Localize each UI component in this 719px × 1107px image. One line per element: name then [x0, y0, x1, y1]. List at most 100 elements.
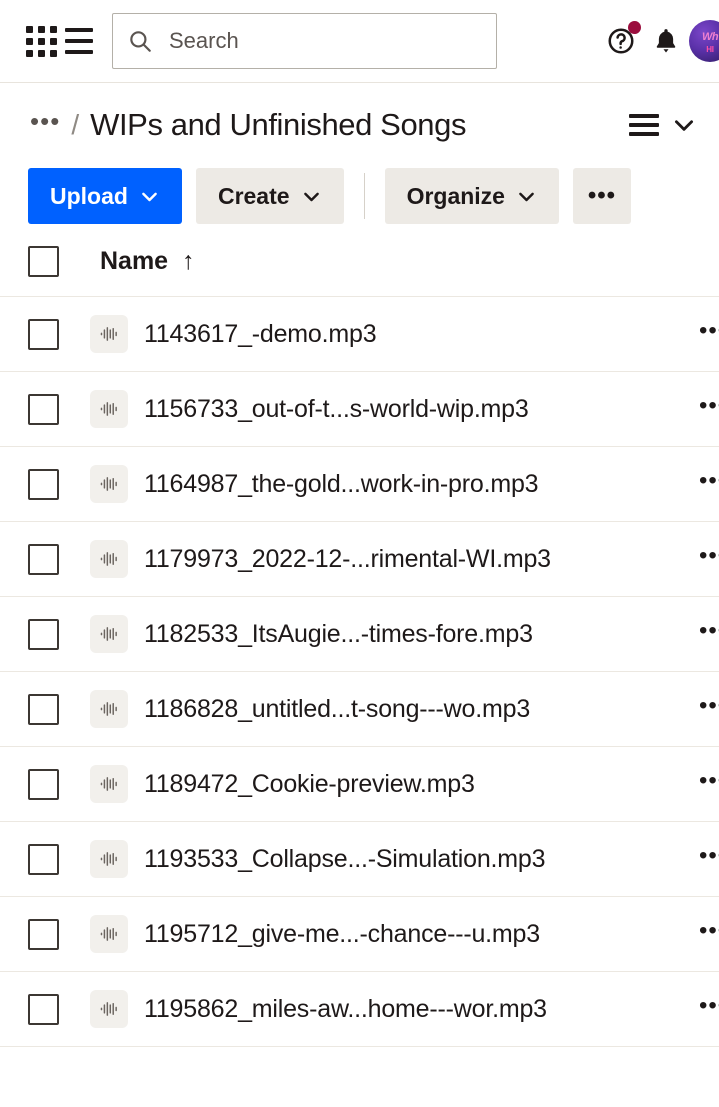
action-toolbar: Upload Create Organize •••	[0, 145, 719, 227]
table-row[interactable]: 1164987_the-gold...work-in-pro.mp3 •••	[0, 447, 719, 522]
table-row[interactable]: 1186828_untitled...t-song---wo.mp3 •••	[0, 672, 719, 747]
avatar-label-primary: Wh	[701, 30, 719, 43]
grid-apps-icon	[22, 22, 60, 60]
row-select-cell	[28, 693, 90, 725]
toolbar-divider	[363, 173, 365, 219]
chevron-down-icon	[675, 120, 693, 131]
row-checkbox[interactable]	[28, 543, 59, 575]
table-row[interactable]: 1143617_-demo.mp3 •••	[0, 297, 719, 372]
file-name: 1179973_2022-12-...rimental-WI.mp3	[144, 544, 551, 573]
user-avatar[interactable]: Wh HI	[689, 20, 719, 62]
table-row[interactable]: 1189472_Cookie-preview.mp3 •••	[0, 747, 719, 822]
main-menu-button[interactable]	[60, 22, 98, 60]
search-icon	[130, 31, 151, 52]
notification-badge-dot	[628, 21, 641, 34]
breadcrumb-overflow-button[interactable]: •••	[30, 108, 60, 143]
breadcrumb-right-actions	[629, 110, 697, 140]
column-header-name[interactable]: Name ↑	[100, 247, 195, 276]
file-name: 1189472_Cookie-preview.mp3	[144, 769, 475, 798]
row-overflow-menu[interactable]: •••	[699, 844, 719, 874]
file-name: 1143617_-demo.mp3	[144, 319, 377, 348]
sort-ascending-icon: ↑	[182, 247, 195, 275]
topbar-right-actions: Wh HI	[599, 19, 719, 63]
table-row[interactable]: 1195862_miles-aw...home---wor.mp3 •••	[0, 972, 719, 1047]
view-dropdown-button[interactable]	[671, 112, 697, 138]
file-name: 1195862_miles-aw...home---wor.mp3	[144, 994, 547, 1023]
list-view-icon	[629, 110, 659, 140]
row-select-cell	[28, 843, 90, 875]
file-name: 1186828_untitled...t-song---wo.mp3	[144, 694, 531, 723]
breadcrumb-separator: /	[71, 109, 80, 140]
table-row[interactable]: 1156733_out-of-t...s-world-wip.mp3 •••	[0, 372, 719, 447]
audio-waveform-icon	[100, 852, 117, 866]
row-overflow-menu[interactable]: •••	[699, 769, 719, 799]
view-options-button[interactable]	[629, 110, 659, 140]
chevron-down-icon	[519, 192, 534, 201]
top-navigation-bar: Wh HI	[0, 0, 719, 83]
row-checkbox[interactable]	[28, 468, 59, 500]
file-type-icon	[90, 315, 128, 353]
search-box[interactable]	[112, 13, 497, 69]
search-input[interactable]	[169, 28, 482, 54]
row-select-cell	[28, 768, 90, 800]
file-name: 1156733_out-of-t...s-world-wip.mp3	[144, 394, 529, 423]
audio-waveform-icon	[100, 1002, 117, 1016]
column-header-name-label: Name	[100, 247, 169, 275]
avatar-label-secondary: HI	[706, 44, 714, 54]
row-overflow-menu[interactable]: •••	[699, 544, 719, 574]
row-checkbox[interactable]	[28, 618, 59, 650]
row-checkbox[interactable]	[28, 993, 59, 1025]
row-overflow-menu[interactable]: •••	[699, 994, 719, 1024]
file-name: 1193533_Collapse...-Simulation.mp3	[144, 844, 546, 873]
audio-waveform-icon	[100, 627, 117, 641]
row-checkbox[interactable]	[28, 393, 59, 425]
row-select-cell	[28, 543, 90, 575]
row-checkbox[interactable]	[28, 693, 59, 725]
row-checkbox[interactable]	[28, 318, 59, 350]
audio-waveform-icon	[100, 777, 117, 791]
audio-waveform-icon	[100, 927, 117, 941]
row-overflow-menu[interactable]: •••	[699, 394, 719, 424]
file-table: Name ↑ 1143617_-demo.mp3•••1156733_out-o…	[0, 227, 719, 1047]
table-row[interactable]: 1179973_2022-12-...rimental-WI.mp3 •••	[0, 522, 719, 597]
file-type-icon	[90, 465, 128, 503]
file-name: 1195712_give-me...-chance---u.mp3	[144, 919, 540, 948]
create-button[interactable]: Create	[195, 168, 344, 224]
file-type-icon	[90, 840, 128, 878]
file-type-icon	[90, 690, 128, 728]
notifications-button[interactable]	[651, 26, 681, 56]
table-header-row: Name ↑	[0, 227, 719, 297]
breadcrumb-bar: ••• / WIPs and Unfinished Songs	[0, 83, 719, 145]
row-overflow-menu[interactable]: •••	[699, 694, 719, 724]
create-button-label: Create	[217, 182, 290, 209]
audio-waveform-icon	[100, 552, 117, 566]
row-select-cell	[28, 918, 90, 950]
app-switcher-button[interactable]	[22, 22, 60, 60]
organize-button[interactable]: Organize	[384, 168, 559, 224]
table-row[interactable]: 1193533_Collapse...-Simulation.mp3 •••	[0, 822, 719, 897]
row-checkbox[interactable]	[28, 918, 59, 950]
select-all-cell	[28, 246, 90, 277]
table-row[interactable]: 1195712_give-me...-chance---u.mp3 •••	[0, 897, 719, 972]
select-all-checkbox[interactable]	[28, 246, 59, 277]
file-type-icon	[90, 990, 128, 1028]
row-overflow-menu[interactable]: •••	[699, 469, 719, 499]
audio-waveform-icon	[100, 702, 117, 716]
row-overflow-menu[interactable]: •••	[699, 919, 719, 949]
row-checkbox[interactable]	[28, 843, 59, 875]
upload-button-label: Upload	[50, 182, 128, 209]
table-body: 1143617_-demo.mp3•••1156733_out-of-t...s…	[0, 297, 719, 1047]
row-overflow-menu[interactable]: •••	[699, 619, 719, 649]
more-actions-button[interactable]: •••	[572, 168, 631, 224]
row-select-cell	[28, 618, 90, 650]
page-title: WIPs and Unfinished Songs	[90, 107, 467, 142]
row-checkbox[interactable]	[28, 768, 59, 800]
row-overflow-menu[interactable]: •••	[699, 319, 719, 349]
audio-waveform-icon	[100, 402, 117, 416]
upload-button[interactable]: Upload	[28, 168, 182, 224]
chevron-down-icon	[142, 192, 157, 201]
help-button[interactable]	[599, 19, 643, 63]
row-select-cell	[28, 318, 90, 350]
file-type-icon	[90, 540, 128, 578]
table-row[interactable]: 1182533_ItsAugie...-times-fore.mp3 •••	[0, 597, 719, 672]
